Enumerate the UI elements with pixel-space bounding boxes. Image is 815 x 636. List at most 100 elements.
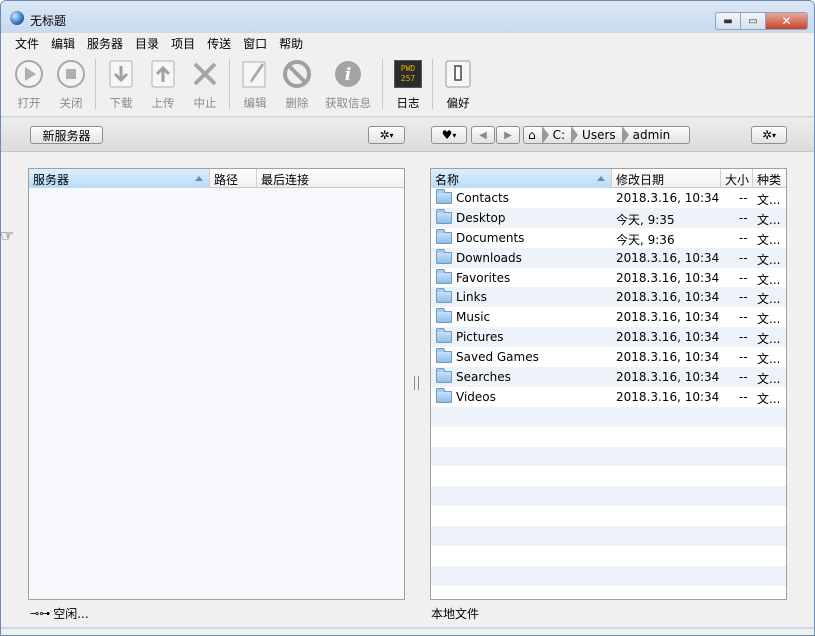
file-date: 2018.3.16, 10:34 bbox=[616, 191, 720, 205]
file-size: -- bbox=[739, 389, 748, 404]
column-modified-label: 修改日期 bbox=[616, 173, 665, 187]
stop-label: 中止 bbox=[193, 96, 217, 110]
folder-icon bbox=[436, 268, 452, 284]
file-name: Contacts bbox=[456, 191, 509, 205]
disconnect-button[interactable]: 关闭 bbox=[43, 57, 99, 113]
folder-icon bbox=[436, 387, 452, 403]
prefs-label: 偏好 bbox=[446, 96, 470, 110]
log-button[interactable]: PWD 257 日志 bbox=[380, 57, 436, 113]
table-row[interactable]: Desktop 今天, 9:35 -- 文... bbox=[431, 207, 786, 228]
empty-row bbox=[431, 466, 786, 486]
file-date: 2018.3.16, 10:34 bbox=[616, 290, 720, 305]
file-size: -- bbox=[739, 210, 748, 225]
column-last-connect[interactable]: 最后连接 bbox=[257, 169, 404, 188]
menu-file[interactable]: 文件 bbox=[9, 33, 45, 53]
home-icon[interactable]: ⌂ bbox=[524, 128, 542, 142]
close-label: 关闭 bbox=[59, 96, 83, 110]
arrow-left-icon: ◀ bbox=[479, 129, 487, 141]
menu-server[interactable]: 服务器 bbox=[81, 33, 129, 53]
cross-icon bbox=[190, 59, 220, 89]
column-server[interactable]: 服务器 bbox=[29, 169, 210, 188]
file-date: 今天, 9:35 bbox=[616, 212, 675, 227]
column-modified[interactable]: 修改日期 bbox=[612, 169, 721, 188]
get-info-button[interactable]: i 获取信息 bbox=[320, 57, 376, 113]
breadcrumb-drive[interactable]: C: bbox=[549, 128, 571, 142]
no-entry-icon bbox=[282, 59, 312, 89]
table-row[interactable]: Favorites 2018.3.16, 10:34 -- 文... bbox=[431, 268, 786, 288]
file-date: 2018.3.16, 10:34 bbox=[616, 250, 720, 265]
menu-transfer[interactable]: 传送 bbox=[201, 33, 237, 53]
file-date: 今天, 9:36 bbox=[616, 232, 675, 247]
forward-button[interactable]: ▶ bbox=[496, 126, 520, 144]
left-action-menu-button[interactable]: ✲ ▾ bbox=[368, 126, 405, 144]
stop-transfer-button[interactable]: 中止 bbox=[177, 57, 233, 113]
table-row[interactable]: Videos 2018.3.16, 10:34 -- 文... bbox=[431, 387, 786, 407]
menu-help[interactable]: 帮助 bbox=[273, 33, 309, 53]
preferences-button[interactable]: 偏好 bbox=[430, 57, 486, 113]
local-files-panel: 名称 修改日期 大小 种类 Contacts 2018.3.16, 10:34 --… bbox=[430, 168, 787, 600]
stop-icon bbox=[56, 59, 86, 89]
folder-icon bbox=[436, 348, 452, 364]
bookmarks-button[interactable]: ♥ ▾ bbox=[431, 126, 467, 144]
file-date: 2018.3.16, 10:34 bbox=[616, 370, 720, 385]
minimize-button[interactable]: ▬ bbox=[715, 12, 740, 30]
folder-icon bbox=[436, 208, 452, 224]
file-date: 2018.3.16, 10:34 bbox=[616, 270, 720, 285]
menu-item[interactable]: 项目 bbox=[165, 33, 201, 53]
back-button[interactable]: ◀ bbox=[471, 126, 495, 144]
play-icon bbox=[14, 59, 44, 89]
delete-label: 删除 bbox=[285, 96, 309, 110]
empty-row bbox=[431, 546, 786, 566]
folder-icon bbox=[436, 288, 452, 304]
breadcrumb-separator bbox=[621, 126, 629, 144]
sort-ascending-icon bbox=[597, 176, 605, 181]
heart-icon: ♥ bbox=[441, 128, 453, 142]
pencil-icon bbox=[240, 59, 270, 89]
menu-edit[interactable]: 编辑 bbox=[45, 33, 81, 53]
column-size[interactable]: 大小 bbox=[721, 169, 753, 188]
breadcrumb-users[interactable]: Users bbox=[578, 128, 622, 142]
file-name: Saved Games bbox=[456, 350, 539, 365]
server-table-header: 服务器 路径 最后连接 bbox=[29, 169, 404, 188]
status-text: 空闲... bbox=[53, 607, 89, 621]
new-server-button[interactable]: 新服务器 bbox=[30, 126, 103, 144]
maximize-button[interactable]: ▭ bbox=[740, 12, 765, 30]
table-row[interactable]: Contacts 2018.3.16, 10:34 -- 文... bbox=[431, 188, 786, 208]
column-name[interactable]: 名称 bbox=[431, 169, 612, 188]
file-date: 2018.3.16, 10:34 bbox=[616, 310, 720, 325]
table-row[interactable]: Pictures 2018.3.16, 10:34 -- 文... bbox=[431, 327, 786, 348]
menu-window[interactable]: 窗口 bbox=[237, 33, 273, 53]
file-name: Searches bbox=[456, 370, 511, 385]
right-action-menu-button[interactable]: ✲ ▾ bbox=[751, 126, 787, 144]
file-date: 2018.3.16, 10:34 bbox=[616, 330, 720, 345]
panel-splitter-handle[interactable] bbox=[414, 376, 419, 390]
log-icon: PWD 257 bbox=[393, 59, 423, 89]
navigation-strip: 新服务器 ✲ ▾ ♥ ▾ ◀ ▶ ⌂ C: Users admin ✲ ▾ bbox=[1, 118, 814, 152]
column-path[interactable]: 路径 bbox=[210, 169, 257, 188]
close-window-button[interactable]: ✕ bbox=[765, 12, 808, 30]
column-kind[interactable]: 种类 bbox=[753, 169, 786, 188]
breadcrumb-admin[interactable]: admin bbox=[629, 128, 677, 142]
table-row[interactable]: Documents 今天, 9:36 -- 文... bbox=[431, 228, 786, 248]
edit-label: 编辑 bbox=[243, 96, 267, 110]
file-kind: 文... bbox=[757, 252, 781, 267]
table-row[interactable]: Searches 2018.3.16, 10:34 -- 文... bbox=[431, 367, 786, 387]
menu-directory[interactable]: 目录 bbox=[129, 33, 165, 53]
table-row[interactable]: Saved Games 2018.3.16, 10:34 -- 文... bbox=[431, 347, 786, 367]
window-title: 无标题 bbox=[30, 14, 67, 28]
file-table-header: 名称 修改日期 大小 种类 bbox=[431, 169, 786, 188]
table-row[interactable]: Music 2018.3.16, 10:34 -- 文... bbox=[431, 307, 786, 327]
empty-row bbox=[431, 427, 786, 447]
download-label: 下载 bbox=[109, 96, 133, 110]
table-row[interactable]: Downloads 2018.3.16, 10:34 -- 文... bbox=[431, 247, 786, 268]
file-name: Videos bbox=[456, 389, 496, 404]
gear-icon: ✲ bbox=[379, 128, 390, 142]
toolbar: 打开 关闭 下载 上传 中止 编辑 删除 i 获取信息 PWD 257 日志 偏… bbox=[1, 53, 814, 117]
file-name: Downloads bbox=[456, 250, 522, 265]
table-row[interactable]: Links 2018.3.16, 10:34 -- 文... bbox=[431, 287, 786, 308]
file-size: -- bbox=[739, 270, 748, 285]
folder-icon bbox=[436, 368, 452, 384]
delete-button[interactable]: 删除 bbox=[269, 57, 325, 113]
server-list[interactable] bbox=[29, 188, 404, 599]
folder-icon bbox=[436, 189, 452, 204]
